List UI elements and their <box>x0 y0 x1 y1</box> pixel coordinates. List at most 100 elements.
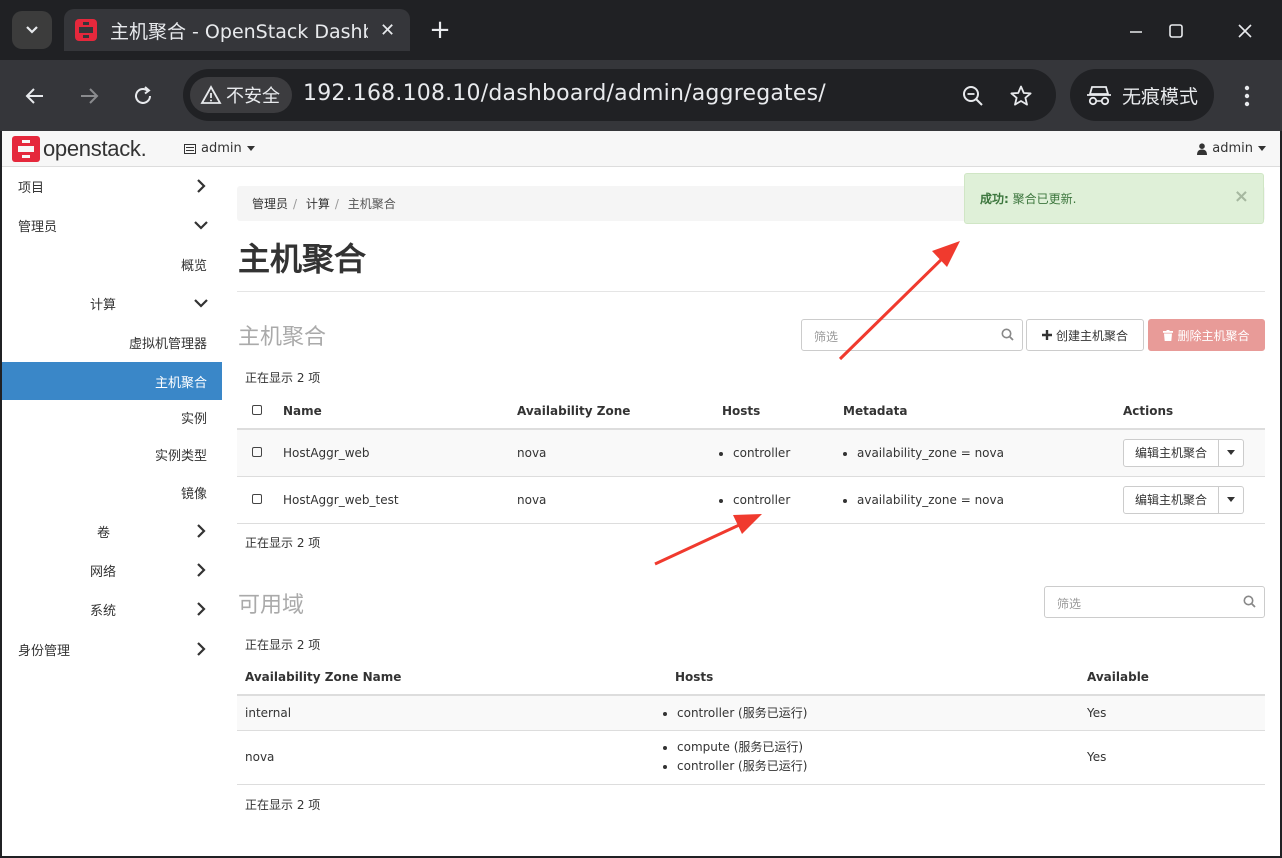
zones-count-top: 正在显示 2 项 <box>245 638 321 652</box>
sidebar-item-hypervisors[interactable]: 虚拟机管理器 <box>2 323 222 361</box>
project-dropdown[interactable]: admin <box>184 141 255 156</box>
row-zone: nova <box>509 429 709 477</box>
sidebar-item-label: 网络 <box>90 564 117 580</box>
incognito-chip[interactable]: 无痕模式 <box>1070 69 1214 121</box>
select-all-cell <box>237 393 275 430</box>
openstack-logo[interactable]: openstack. <box>12 136 147 162</box>
user-name: admin <box>1212 141 1253 156</box>
caret-down-icon <box>1227 450 1236 456</box>
server-icon <box>184 143 196 154</box>
sidebar-item-label: 身份管理 <box>18 643 71 659</box>
sidebar-item-overview[interactable]: 概览 <box>2 245 222 283</box>
breadcrumb-compute[interactable]: 计算 <box>306 197 330 211</box>
col-zone-name[interactable]: Availability Zone Name <box>237 659 649 696</box>
alert-close-button[interactable]: × <box>1234 186 1249 207</box>
sidebar-item-identity[interactable]: 身份管理 <box>2 630 222 668</box>
sidebar: 项目 管理员 概览 计算 虚拟机管理器 主机聚合 实例 实例类型 镜像 卷 网络… <box>2 167 222 856</box>
select-all-checkbox[interactable] <box>252 404 262 415</box>
zone-host: compute (服务已运行) <box>677 738 1071 757</box>
alert-message: 聚合已更新. <box>1012 192 1077 206</box>
table-row: internal controller (服务已运行) Yes <box>237 695 1265 731</box>
maximize-button[interactable] <box>1156 14 1196 48</box>
create-aggregate-button[interactable]: 创建主机聚合 <box>1026 319 1144 351</box>
close-window-button[interactable] <box>1225 14 1265 48</box>
sidebar-item-label: 概览 <box>180 258 207 274</box>
reload-button[interactable] <box>125 78 161 114</box>
zone-host: controller (服务已运行) <box>677 704 1071 721</box>
sidebar-item-label: 管理员 <box>18 219 58 235</box>
sidebar-item-project[interactable]: 项目 <box>2 167 222 205</box>
col-availability-zone[interactable]: Availability Zone <box>509 393 709 430</box>
browser-tab-active[interactable]: 主机聚合 - OpenStack Dashboard ✕ <box>64 9 410 51</box>
zoom-icon <box>963 86 983 106</box>
edit-aggregate-button[interactable]: 编辑主机聚合 <box>1123 438 1220 467</box>
zoom-button[interactable] <box>959 82 987 110</box>
sidebar-item-instances[interactable]: 实例 <box>2 398 222 436</box>
row-host: controller <box>733 493 827 507</box>
browser-menu-button[interactable] <box>1232 78 1262 114</box>
logo-text: openstack. <box>43 136 147 161</box>
breadcrumb-current: 主机聚合 <box>347 197 396 211</box>
chevron-right-icon <box>197 602 206 616</box>
arrow-left-icon <box>25 88 43 104</box>
aggregates-filter-input[interactable]: 筛选 <box>801 319 1023 351</box>
zones-filter-input[interactable]: 筛选 <box>1044 586 1265 618</box>
tab-search-button[interactable] <box>12 11 52 49</box>
zone-name: nova <box>237 730 649 785</box>
col-name[interactable]: Name <box>275 393 509 430</box>
sidebar-item-label: 卷 <box>97 525 111 541</box>
title-divider <box>237 291 1265 292</box>
sidebar-item-label: 计算 <box>90 297 117 313</box>
sidebar-item-label: 主机聚合 <box>154 375 207 391</box>
url-text[interactable]: 192.168.108.10/dashboard/admin/aggregate… <box>303 81 826 106</box>
create-aggregate-label: 创建主机聚合 <box>1055 328 1128 343</box>
sidebar-item-flavors[interactable]: 实例类型 <box>2 435 222 473</box>
project-name: admin <box>201 141 242 156</box>
row-checkbox[interactable] <box>252 446 262 457</box>
row-metadata: availability_zone = nova <box>857 493 1107 507</box>
sidebar-item-network[interactable]: 网络 <box>2 551 222 589</box>
sidebar-item-host-aggregates[interactable]: 主机聚合 <box>2 362 222 400</box>
sidebar-item-label: 实例类型 <box>154 448 207 464</box>
row-name: HostAggr_web_test <box>275 476 509 524</box>
new-tab-button[interactable]: + <box>426 14 454 46</box>
chevron-down-icon <box>26 26 38 34</box>
forward-button[interactable] <box>71 78 107 114</box>
security-chip[interactable]: 不安全 <box>190 77 292 113</box>
close-icon <box>1238 24 1252 38</box>
sidebar-item-system[interactable]: 系统 <box>2 590 222 628</box>
col-zone-available[interactable]: Available <box>1079 659 1265 696</box>
user-dropdown[interactable]: admin <box>1197 141 1266 156</box>
sidebar-item-images[interactable]: 镜像 <box>2 473 222 511</box>
edit-aggregate-button[interactable]: 编辑主机聚合 <box>1123 485 1220 514</box>
row-actions-dropdown[interactable] <box>1219 438 1245 467</box>
col-zone-hosts[interactable]: Hosts <box>649 659 1079 696</box>
row-checkbox[interactable] <box>252 493 262 504</box>
plus-icon <box>1041 330 1052 340</box>
tab-close-icon[interactable]: ✕ <box>380 20 395 41</box>
page-title: 主机聚合 <box>238 240 367 278</box>
row-actions-dropdown[interactable] <box>1219 485 1245 514</box>
sidebar-item-label: 项目 <box>18 180 45 196</box>
aggregates-table: Name Availability Zone Hosts Metadata Ac… <box>237 393 1265 524</box>
zones-count-bottom: 正在显示 2 项 <box>245 798 321 812</box>
zone-available: Yes <box>1079 695 1265 731</box>
delete-aggregate-button[interactable]: 删除主机聚合 <box>1148 319 1265 351</box>
back-button[interactable] <box>17 78 53 114</box>
chevron-right-icon <box>197 563 206 577</box>
sidebar-item-label: 虚拟机管理器 <box>128 336 207 352</box>
minimize-button[interactable] <box>1116 14 1156 48</box>
address-bar[interactable]: 不安全 192.168.108.10/dashboard/admin/aggre… <box>183 69 1056 121</box>
zones-section-title: 可用域 <box>238 593 305 618</box>
tab-title: 主机聚合 - OpenStack Dashboard <box>110 20 368 43</box>
sidebar-item-volumes[interactable]: 卷 <box>2 512 222 550</box>
sidebar-item-compute[interactable]: 计算 <box>2 284 222 322</box>
sidebar-item-admin[interactable]: 管理员 <box>2 206 222 244</box>
row-zone: nova <box>509 476 709 524</box>
col-metadata[interactable]: Metadata <box>835 393 1115 430</box>
chevron-right-icon <box>197 642 206 656</box>
bookmark-button[interactable] <box>1007 82 1035 110</box>
col-hosts[interactable]: Hosts <box>709 393 835 430</box>
breadcrumb-admin[interactable]: 管理员 <box>252 197 288 211</box>
page-viewport: openstack. admin admin 项目 管理员 概览 计算 虚拟机管… <box>2 131 1280 856</box>
